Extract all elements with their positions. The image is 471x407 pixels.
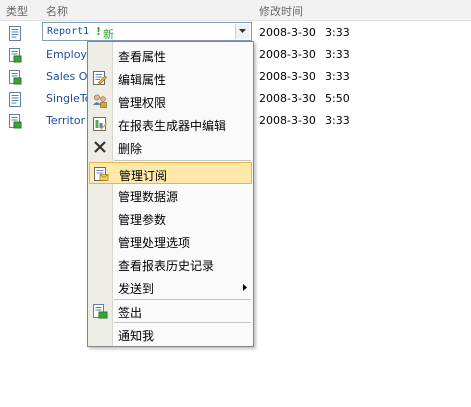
delete-icon <box>92 139 108 155</box>
subscription-icon <box>93 166 109 182</box>
menu-item-manage-parameters[interactable]: 管理参数 <box>88 207 253 229</box>
selected-item-box[interactable]: Report1 ! 新 <box>42 22 252 41</box>
row-name-link[interactable]: Sales O <box>46 70 87 83</box>
new-mark: ! <box>96 25 102 38</box>
checkout-icon <box>92 303 108 319</box>
row-time: 3:33 <box>325 48 350 61</box>
menu-item-label: 通知我 <box>118 329 155 343</box>
permissions-icon <box>92 93 108 109</box>
menu-item-label: 发送到 <box>118 282 155 296</box>
row-date: 2008-3-30 <box>259 92 316 105</box>
column-header: 类型 名称 修改时间 <box>0 0 471 21</box>
menu-item-send-to[interactable]: 发送到 <box>88 276 253 298</box>
menu-item-label: 管理订阅 <box>119 169 168 183</box>
menu-item-delete[interactable]: 删除 <box>88 136 253 158</box>
menu-item-label: 管理参数 <box>118 213 167 227</box>
menu-item-label: 管理处理选项 <box>118 236 191 250</box>
menu-item-label: 查看报表历史记录 <box>118 259 215 273</box>
header-name[interactable]: 名称 <box>46 3 68 19</box>
menu-item-label: 管理权限 <box>118 96 167 110</box>
menu-item-manage-subscriptions[interactable]: 管理订阅 <box>89 162 252 184</box>
datasource-report-icon <box>8 70 22 85</box>
chevron-right-icon <box>243 284 247 291</box>
row-date: 2008-3-30 <box>259 48 316 61</box>
header-modified[interactable]: 修改时间 <box>259 3 303 19</box>
row-name-link[interactable]: Report1 <box>47 26 89 37</box>
row-time: 5:50 <box>325 92 350 105</box>
menu-item-label: 签出 <box>118 306 143 320</box>
context-menu: 查看属性 编辑属性 管理权限 在报表生成器中编辑 删除 管理订阅 管理数据源 管… <box>87 41 254 347</box>
chevron-down-icon <box>239 29 246 33</box>
menu-item-alert-me[interactable]: 通知我 <box>88 323 253 345</box>
row-time: 3:33 <box>325 114 350 127</box>
menu-item-label: 查看属性 <box>118 50 167 64</box>
report-icon <box>8 92 22 107</box>
report-builder-icon <box>92 116 108 132</box>
menu-item-label: 管理数据源 <box>118 190 179 204</box>
menu-item-label: 编辑属性 <box>118 73 167 87</box>
row-name-link[interactable]: Territor <box>46 114 85 127</box>
menu-item-manage-processing-options[interactable]: 管理处理选项 <box>88 230 253 252</box>
edit-properties-icon <box>92 70 108 86</box>
row-date: 2008-3-30 <box>259 26 316 39</box>
report-icon <box>8 26 22 41</box>
dropdown-button[interactable] <box>235 24 250 39</box>
menu-item-manage-permissions[interactable]: 管理权限 <box>88 90 253 112</box>
new-badge: 新 <box>103 28 114 41</box>
row-date: 2008-3-30 <box>259 70 316 83</box>
datasource-report-icon <box>8 114 22 129</box>
menu-item-manage-data-sources[interactable]: 管理数据源 <box>88 184 253 206</box>
row-time: 3:33 <box>325 26 350 39</box>
menu-item-check-out[interactable]: 签出 <box>88 300 253 322</box>
menu-item-view-properties[interactable]: 查看属性 <box>88 44 253 66</box>
datasource-report-icon <box>8 48 22 63</box>
menu-item-edit-in-report-builder[interactable]: 在报表生成器中编辑 <box>88 113 253 135</box>
row-time: 3:33 <box>325 70 350 83</box>
menu-separator <box>114 160 251 161</box>
header-type[interactable]: 类型 <box>6 3 28 19</box>
row-date: 2008-3-30 <box>259 114 316 127</box>
menu-item-edit-properties[interactable]: 编辑属性 <box>88 67 253 89</box>
menu-item-label: 删除 <box>118 142 143 156</box>
menu-item-view-report-history[interactable]: 查看报表历史记录 <box>88 253 253 275</box>
row-name-link[interactable]: SingleTe <box>46 92 91 105</box>
menu-item-label: 在报表生成器中编辑 <box>118 119 227 133</box>
